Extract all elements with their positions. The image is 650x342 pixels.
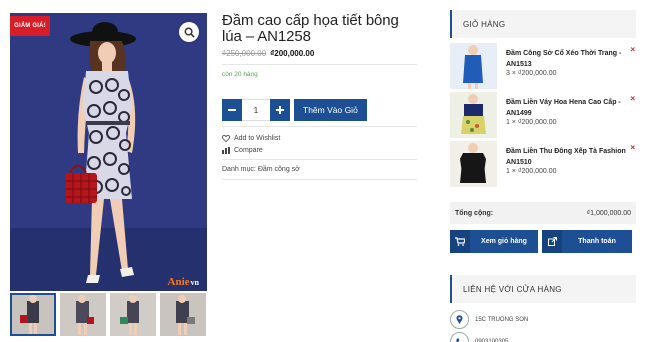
- view-cart-button[interactable]: Xem giỏ hàng: [450, 230, 538, 253]
- cart-item-name[interactable]: Đầm Liền Váy Hoa Hena Cao Cấp - AN1499: [506, 97, 626, 119]
- model-photo: [10, 13, 207, 291]
- cart-item-qty: 1 × ₫200,000.00: [506, 168, 557, 175]
- sidebar: GIỎ HÀNG Đầm Công Sở Cổ Xéo Thời Trang -…: [450, 10, 636, 342]
- thumbnail-image: [160, 293, 206, 336]
- quantity-increase-button[interactable]: [270, 99, 290, 121]
- bar-chart-icon: [222, 146, 230, 154]
- contact-phone: 0903100305: [450, 332, 636, 342]
- cart-item-photo: [450, 92, 497, 138]
- sale-badge: GIẢM GIÁ!: [10, 16, 50, 36]
- cart-item-image[interactable]: [450, 43, 497, 89]
- thumbnail-image: [60, 293, 106, 336]
- cart-total-value: ₫1,000,000.00: [586, 209, 631, 217]
- plus-icon: [276, 106, 284, 114]
- compare-link[interactable]: Compare: [222, 144, 417, 156]
- heart-icon: [222, 134, 230, 142]
- zoom-button[interactable]: [179, 22, 199, 42]
- cart-total-label: Tổng cộng:: [455, 209, 494, 217]
- cart-total: Tổng cộng: ₫1,000,000.00: [450, 202, 636, 224]
- wishlist-link[interactable]: Add to Wishlist: [222, 132, 417, 144]
- cart-item-qty: 1 × ₫200,000.00: [506, 119, 557, 126]
- contact-widget-title: LIÊN HỆ VỚI CỬA HÀNG: [450, 275, 636, 303]
- cart-item-name-line2: AN1510: [506, 159, 532, 166]
- quantity-input[interactable]: 1: [242, 99, 270, 121]
- price-row: ₫250,000.00 ₫200,000.00: [222, 49, 417, 58]
- cart-item-name-line1: Đầm Liền Váy Hoa Hena Cao Cấp -: [506, 99, 621, 106]
- view-cart-label: Xem giỏ hàng: [481, 238, 527, 245]
- cart-item-photo: [450, 141, 497, 187]
- compare-label: Compare: [234, 146, 263, 154]
- thumbnail-1[interactable]: [10, 293, 56, 336]
- cart-item-qty: 3 × ₫200,000.00: [506, 70, 557, 77]
- cart-widget-title: GIỎ HÀNG: [450, 10, 636, 38]
- product-title: Đầm cao cấp họa tiết bông lúa – AN1258: [222, 12, 399, 45]
- product-summary: Đầm cao cấp họa tiết bông lúa – AN1258 ₫…: [222, 13, 417, 186]
- cart-item-name[interactable]: Đầm Liền Thu Đông Xếp Tà Fashion AN1510: [506, 146, 626, 168]
- cart-item-name-line1: Đầm Liền Thu Đông Xếp Tà Fashion: [506, 148, 626, 155]
- contact-address: 15C TRUONG SON: [450, 310, 636, 329]
- close-icon[interactable]: ×: [630, 94, 635, 103]
- category-row: Danh mục: Đầm công sở: [222, 166, 417, 173]
- cart-item-image[interactable]: [450, 141, 497, 187]
- cart-item: Đầm Công Sở Cổ Xéo Thời Trang - AN1513 3…: [450, 43, 636, 90]
- cart-actions: Xem giỏ hàng Thanh toán: [450, 230, 636, 253]
- external-link-icon: [542, 230, 562, 253]
- add-to-cart-form: 1 Thêm Vào Giỏ: [222, 99, 417, 121]
- thumbnail-2[interactable]: [60, 293, 106, 336]
- add-to-cart-button[interactable]: Thêm Vào Giỏ: [294, 99, 367, 121]
- stock-status: còn 20 hàng: [222, 71, 258, 78]
- price-old: ₫250,000.00: [222, 49, 267, 58]
- minus-icon: [228, 109, 236, 111]
- brand-logo-text: Anie: [167, 276, 190, 288]
- divider: [222, 179, 417, 180]
- cart-item-photo: [450, 43, 497, 89]
- thumbnail-3[interactable]: [110, 293, 156, 336]
- thumbnail-strip: [10, 293, 207, 336]
- divider: [222, 126, 417, 127]
- cart-item-name[interactable]: Đầm Công Sở Cổ Xéo Thời Trang - AN1513: [506, 48, 626, 70]
- close-icon[interactable]: ×: [630, 45, 635, 54]
- brand-logo-suffix: vn: [190, 278, 199, 287]
- category-link[interactable]: Đầm công sở: [258, 166, 300, 173]
- divider: [222, 64, 417, 65]
- checkout-button[interactable]: Thanh toán: [542, 230, 632, 253]
- checkout-label: Thanh toán: [578, 238, 616, 245]
- brand-logo: Anievn: [168, 276, 199, 288]
- map-pin-icon: [450, 310, 469, 329]
- search-icon: [184, 27, 195, 38]
- thumbnail-image: [110, 293, 156, 336]
- thumbnail-4[interactable]: [160, 293, 206, 336]
- quantity-decrease-button[interactable]: [222, 99, 242, 121]
- cart-item: Đầm Liền Thu Đông Xếp Tà Fashion AN1510 …: [450, 141, 636, 188]
- thumbnail-image: [10, 293, 56, 336]
- contact-address-text: 15C TRUONG SON: [475, 316, 529, 323]
- cart-item-image[interactable]: [450, 92, 497, 138]
- cart-icon: [450, 230, 470, 253]
- phone-icon: [450, 332, 469, 342]
- cart-item: Đầm Liền Váy Hoa Hena Cao Cấp - AN1499 1…: [450, 92, 636, 139]
- divider: [222, 159, 417, 160]
- cart-item-name-line1: Đầm Công Sở Cổ Xéo Thời Trang -: [506, 50, 622, 57]
- cart-item-name-line2: AN1499: [506, 110, 532, 117]
- price-new: ₫200,000.00: [270, 49, 315, 58]
- wishlist-label: Add to Wishlist: [234, 134, 281, 142]
- contact-phone-text[interactable]: 0903100305: [475, 339, 508, 342]
- cart-item-name-line2: AN1513: [506, 61, 532, 68]
- category-label: Danh mục:: [222, 166, 256, 173]
- close-icon[interactable]: ×: [630, 143, 635, 152]
- product-main-image[interactable]: GIẢM GIÁ! Anievn: [10, 13, 207, 291]
